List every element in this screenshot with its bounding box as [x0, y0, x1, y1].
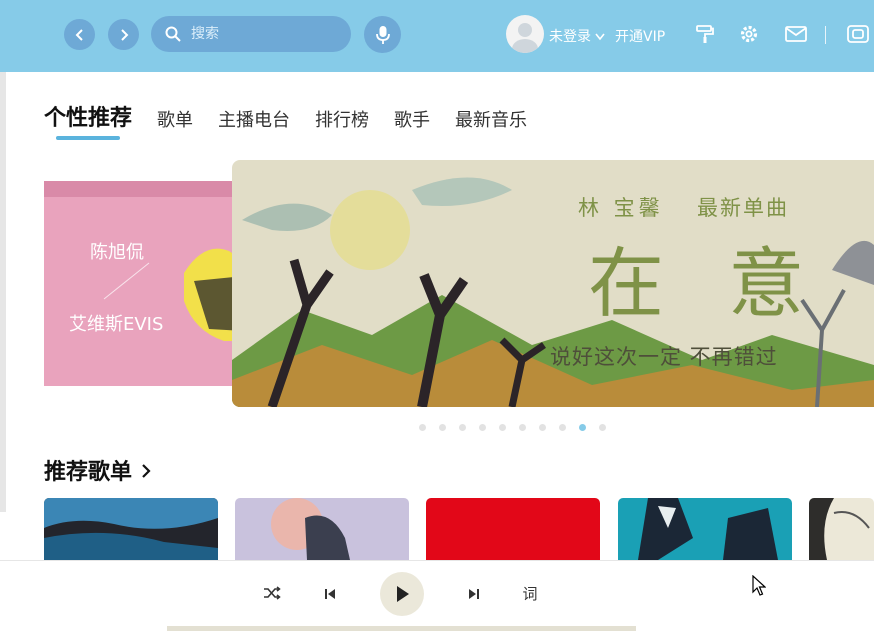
- tab-artists[interactable]: 歌手: [394, 106, 430, 132]
- pagination-dot[interactable]: [479, 424, 486, 431]
- previous-icon: [325, 589, 335, 599]
- playlist-cover: [426, 498, 600, 560]
- pagination-dot[interactable]: [519, 424, 526, 431]
- toolbar-divider: [825, 26, 826, 44]
- playlist-card[interactable]: [44, 498, 218, 560]
- search-box[interactable]: [151, 16, 351, 52]
- mail-button[interactable]: [784, 22, 808, 46]
- banner-singer: 林 宝馨: [578, 196, 664, 220]
- playlist-card[interactable]: [809, 498, 874, 560]
- play-button[interactable]: [380, 572, 424, 616]
- pagination-dot[interactable]: [539, 424, 546, 431]
- mini-mode-button[interactable]: [846, 22, 870, 46]
- next-icon: [469, 589, 479, 599]
- playlist-cover: [44, 498, 218, 560]
- tab-playlists[interactable]: 歌单: [157, 106, 193, 132]
- login-menu[interactable]: 未登录: [549, 26, 606, 46]
- artist-name: 陈旭侃: [90, 242, 144, 263]
- playlist-card[interactable]: [426, 498, 600, 560]
- pagination-dot[interactable]: [579, 424, 586, 431]
- mouse-cursor-icon: [752, 575, 766, 596]
- pagination-dot[interactable]: [599, 424, 606, 431]
- banner-art: [103, 248, 244, 341]
- previous-button[interactable]: [320, 584, 340, 604]
- vip-button[interactable]: 开通VIP: [615, 26, 665, 46]
- banner-song-title: 在 意: [588, 239, 825, 328]
- forward-icon: [120, 28, 128, 41]
- tab-charts[interactable]: 排行榜: [315, 106, 369, 132]
- shuffle-button[interactable]: [261, 582, 283, 604]
- forward-button[interactable]: [108, 19, 139, 50]
- avatar-icon: [512, 23, 538, 53]
- banner-tag: 最新单曲: [697, 196, 789, 220]
- pagination-dot[interactable]: [499, 424, 506, 431]
- tab-radio[interactable]: 主播电台: [218, 106, 290, 132]
- login-label: 未登录: [549, 29, 591, 45]
- microphone-icon: [375, 25, 390, 44]
- playlist-cover: [809, 498, 874, 560]
- banner-tagline: 说好这次一定 不再错过: [550, 345, 778, 369]
- mini-mode-icon: [847, 25, 869, 43]
- playlist-cover: [235, 498, 409, 560]
- playlist-card[interactable]: [235, 498, 409, 560]
- playlist-card[interactable]: [618, 498, 792, 560]
- tab-new-music[interactable]: 最新音乐: [455, 106, 527, 132]
- banner-slide-previous[interactable]: 陈旭侃 艾维斯EVIS: [44, 181, 244, 386]
- settings-icon: [740, 25, 758, 43]
- back-icon: [75, 28, 83, 41]
- avatar[interactable]: [506, 15, 544, 53]
- category-tabs: 个性推荐 歌单 主播电台 排行榜 歌手 最新音乐: [44, 100, 552, 140]
- chevron-down-icon: [595, 33, 606, 41]
- artist-name: 艾维斯EVIS: [69, 314, 164, 335]
- playlist-cover: [618, 498, 792, 560]
- search-input[interactable]: [189, 25, 343, 43]
- play-icon: [397, 586, 409, 602]
- mail-icon: [785, 26, 807, 42]
- settings-button[interactable]: [737, 22, 761, 46]
- pagination-dot[interactable]: [419, 424, 426, 431]
- player-bar: 词: [0, 560, 874, 643]
- section-title-recommend-playlists[interactable]: 推荐歌单: [44, 454, 152, 486]
- shuffle-icon: [264, 586, 281, 600]
- voice-search-button[interactable]: [364, 16, 401, 53]
- chevron-right-icon: [141, 464, 151, 478]
- next-button[interactable]: [464, 584, 484, 604]
- pagination-dot[interactable]: [439, 424, 446, 431]
- tab-personal-recommend[interactable]: 个性推荐: [44, 100, 132, 140]
- top-bar: 未登录 开通VIP: [0, 0, 874, 72]
- banner-pagination: [419, 424, 619, 431]
- search-icon: [165, 26, 181, 42]
- skin-button[interactable]: [693, 22, 717, 46]
- pagination-dot[interactable]: [459, 424, 466, 431]
- lyrics-button[interactable]: 词: [518, 581, 542, 605]
- banner-slide-current[interactable]: 林 宝馨 最新单曲 在 意 说好这次一定 不再错过: [232, 160, 874, 407]
- skin-icon: [696, 25, 714, 43]
- progress-bar[interactable]: [167, 626, 636, 631]
- section-title-label: 推荐歌单: [44, 460, 133, 485]
- left-edge: [0, 72, 6, 512]
- pagination-dot[interactable]: [559, 424, 566, 431]
- back-button[interactable]: [64, 19, 95, 50]
